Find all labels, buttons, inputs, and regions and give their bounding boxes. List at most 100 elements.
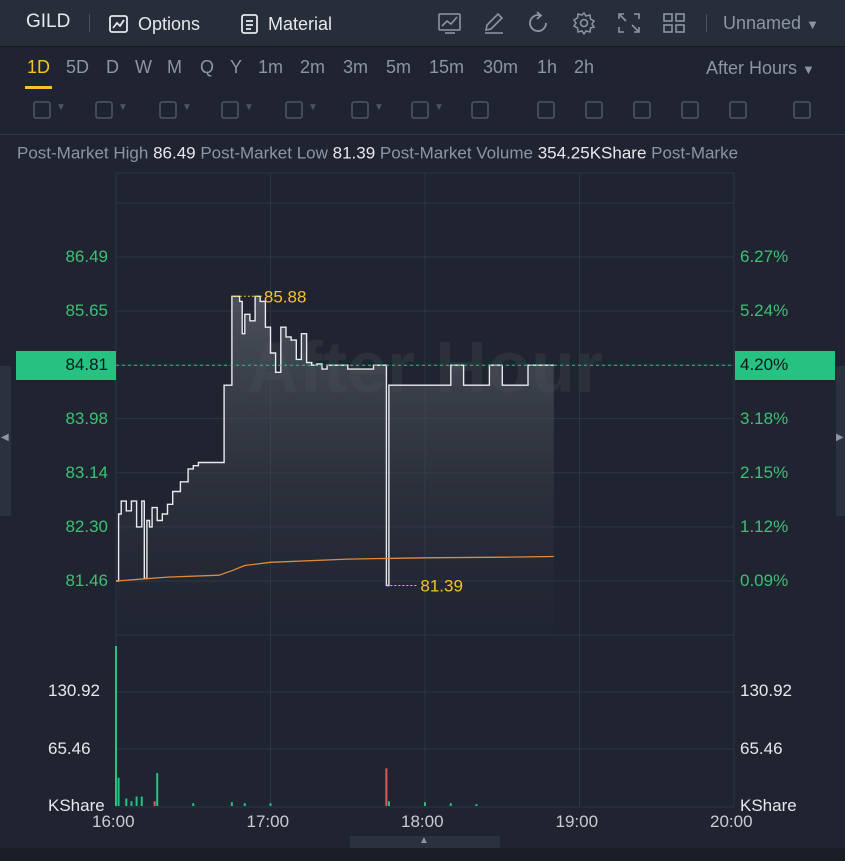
refresh-icon[interactable]	[526, 11, 552, 35]
timeframe-1h[interactable]: 1h	[537, 57, 557, 78]
options-label: Options	[138, 13, 201, 34]
volume-bar	[269, 803, 272, 806]
chevron-right-icon: ▶	[836, 432, 844, 443]
volume-bar	[156, 773, 159, 806]
time-tick: 18:00	[401, 812, 444, 831]
left-panel-handle[interactable]: ◀	[0, 366, 11, 516]
volume-tick-right: 130.92	[740, 681, 792, 700]
volume-bar	[140, 796, 143, 806]
percent-tick: 6.27%	[740, 247, 789, 266]
bottom-panel-handle[interactable]: ▲	[350, 835, 500, 848]
stat-low-value: 81.39	[332, 143, 376, 163]
fullscreen-icon[interactable]	[616, 11, 642, 35]
price-tick-current: 84.81	[65, 355, 108, 375]
top-toolbar: GILD Options Material Unnamed ▼	[0, 0, 845, 47]
divider	[89, 14, 90, 32]
timeframe-y[interactable]: Y	[230, 57, 242, 78]
time-tick: 19:00	[555, 812, 599, 831]
price-chart[interactable]: After Hour 85.8881.39	[0, 172, 845, 848]
timeframe-1d[interactable]: 1D	[27, 57, 50, 78]
material-doc-icon	[241, 14, 258, 34]
text-tool-icon[interactable]: ▼	[408, 98, 444, 124]
volume-bar	[130, 801, 133, 806]
volume-bar	[115, 646, 117, 806]
stat-volume-label: Post-Market Volume	[379, 143, 533, 163]
layout-name: Unnamed	[723, 13, 802, 33]
chevron-up-icon: ▲	[419, 835, 429, 846]
rectangle-tool-icon[interactable]: ▼	[92, 98, 128, 124]
percent-tick: 1.12%	[740, 516, 789, 536]
timeframe-30m[interactable]: 30m	[483, 57, 518, 78]
bottom-bar	[0, 848, 845, 861]
session-label: After Hours	[706, 58, 798, 78]
timeframe-15m[interactable]: 15m	[429, 57, 464, 78]
volume-bar	[230, 802, 233, 806]
time-tick: 20:00	[710, 812, 753, 831]
timeframe-q[interactable]: Q	[200, 57, 214, 78]
timeframe-5d[interactable]: 5D	[66, 57, 89, 78]
volume-bar	[192, 803, 195, 806]
trash-icon[interactable]	[790, 98, 820, 124]
post-market-stats: Post-Market High 86.49 Post-Market Low 8…	[0, 135, 845, 173]
symbol-label[interactable]: GILD	[26, 11, 70, 33]
high-marker-label: 85.88	[264, 287, 307, 306]
caret-down-icon: ▼	[802, 62, 815, 77]
divider	[706, 14, 707, 32]
eye-icon[interactable]	[630, 98, 660, 124]
price-tick: 83.98	[65, 408, 108, 428]
timeframe-1m[interactable]: 1m	[258, 57, 283, 78]
magnet-icon[interactable]	[678, 98, 708, 124]
options-chart-icon	[109, 15, 128, 33]
layout-selector[interactable]: Unnamed ▼	[723, 13, 819, 34]
timeframe-2m[interactable]: 2m	[300, 57, 325, 78]
volume-bar	[385, 768, 388, 806]
time-tick: 16:00	[92, 812, 135, 831]
timeframe-m[interactable]: M	[167, 57, 182, 78]
session-selector[interactable]: After Hours ▼	[706, 58, 815, 79]
edit-icon[interactable]	[481, 11, 507, 35]
caret-down-icon: ▼	[806, 17, 819, 32]
bars-tool-icon[interactable]	[468, 98, 498, 124]
timeframe-3m[interactable]: 3m	[343, 57, 368, 78]
price-tick: 83.14	[65, 462, 108, 482]
material-label: Material	[268, 13, 333, 34]
options-button[interactable]: Options	[108, 13, 200, 35]
volume-tick-left: 130.92	[48, 681, 100, 700]
duplicate-icon[interactable]	[726, 98, 756, 124]
lock-icon[interactable]	[582, 98, 612, 124]
chart-settings-icon[interactable]	[437, 11, 463, 35]
volume-bar	[125, 798, 128, 806]
timeframe-2h[interactable]: 2h	[574, 57, 594, 78]
timeframe-w[interactable]: W	[135, 57, 152, 78]
percent-tick: 0.09%	[740, 571, 789, 590]
chevron-left-icon: ◀	[1, 432, 9, 443]
timeframe-5m[interactable]: 5m	[386, 57, 411, 78]
timeframe-d[interactable]: D	[106, 57, 119, 78]
line-tool-icon[interactable]: ▼	[30, 98, 66, 124]
volume-bar	[475, 804, 478, 806]
pattern-tool-icon[interactable]: ▼	[156, 98, 192, 124]
grid-layout-icon[interactable]	[661, 11, 687, 35]
volume-bar	[117, 777, 120, 806]
right-panel-handle[interactable]: ▶	[836, 366, 845, 516]
stat-high-label: Post-Market High	[17, 143, 149, 163]
price-tick: 81.46	[65, 571, 108, 590]
measure-tool-icon[interactable]: ▼	[348, 98, 384, 124]
gear-icon[interactable]	[571, 11, 597, 35]
volume-tick-right: 65.46	[740, 739, 783, 758]
low-marker-label: 81.39	[420, 577, 463, 596]
volume-tick-left: 65.46	[48, 739, 91, 758]
fib-tool-icon[interactable]: ▼	[218, 98, 254, 124]
stat-truncated-label: Post-Marke	[651, 143, 739, 163]
material-button[interactable]: Material	[240, 13, 332, 35]
time-tick: 17:00	[246, 812, 290, 831]
price-tick: 86.49	[65, 247, 108, 266]
arrow-tool-icon[interactable]: ▼	[282, 98, 318, 124]
pen-icon[interactable]	[534, 98, 564, 124]
volume-bar	[153, 801, 156, 806]
active-timeframe-indicator	[25, 86, 52, 89]
percent-tick: 3.18%	[740, 408, 789, 428]
percent-tick: 5.24%	[740, 301, 789, 321]
volume-bar	[424, 802, 426, 806]
percent-tick: 2.15%	[740, 462, 789, 482]
